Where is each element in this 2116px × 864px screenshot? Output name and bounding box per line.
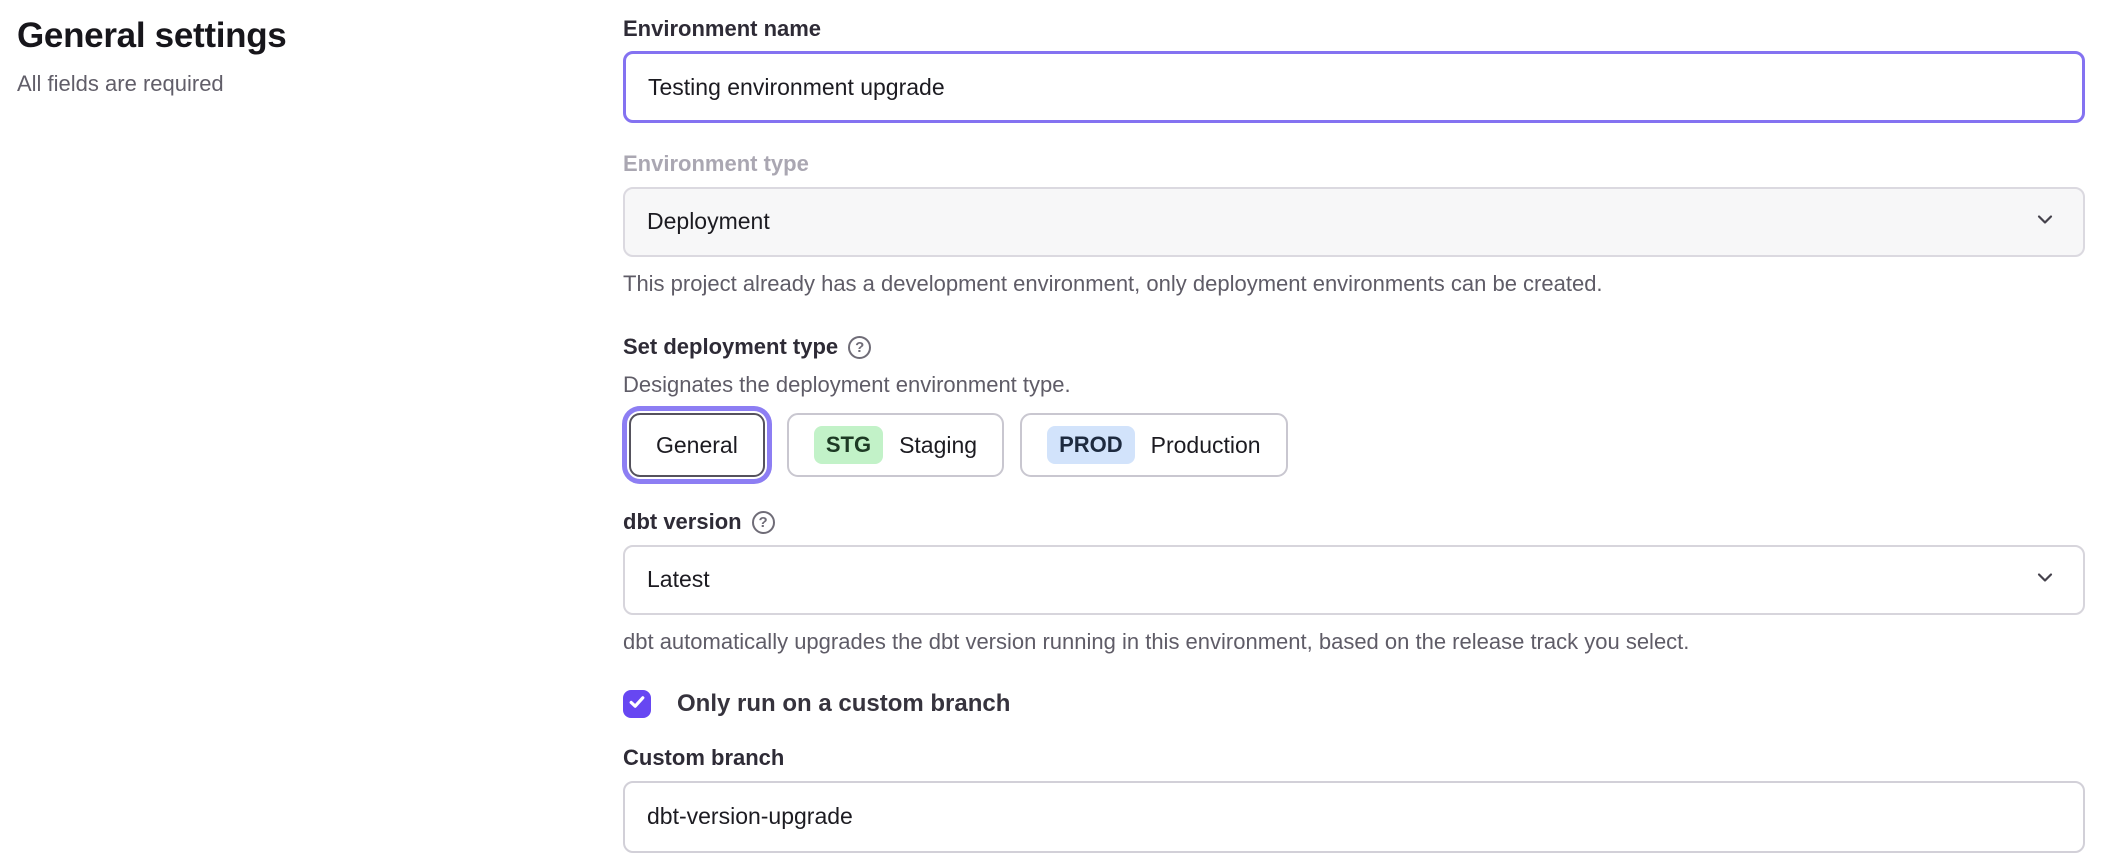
general-button-label: General bbox=[656, 432, 738, 459]
environment-type-label: Environment type bbox=[623, 151, 809, 177]
custom-branch-checkbox-label: Only run on a custom branch bbox=[677, 690, 1010, 718]
deployment-type-options: General STG Staging PROD Production bbox=[623, 413, 2085, 477]
help-icon[interactable]: ? bbox=[752, 511, 775, 534]
dbt-version-field: dbt version ? Latest dbt automatically u… bbox=[623, 509, 2085, 656]
custom-branch-checkbox-row[interactable]: Only run on a custom branch bbox=[623, 690, 2085, 718]
dbt-version-label-row: dbt version ? bbox=[623, 509, 2085, 535]
environment-name-input[interactable] bbox=[623, 51, 2085, 123]
dbt-version-select[interactable]: Latest bbox=[623, 545, 2085, 615]
environment-type-value: Deployment bbox=[647, 208, 770, 235]
custom-branch-field: Custom branch bbox=[623, 745, 2085, 852]
environment-name-field: Environment name bbox=[623, 16, 2085, 123]
deployment-type-production-button[interactable]: PROD Production bbox=[1020, 413, 1288, 477]
environment-name-label: Environment name bbox=[623, 16, 821, 42]
page-subtitle: All fields are required bbox=[17, 71, 623, 97]
environment-type-select[interactable]: Deployment bbox=[623, 187, 2085, 257]
deployment-type-general-button[interactable]: General bbox=[629, 413, 765, 477]
custom-branch-checkbox[interactable] bbox=[623, 690, 651, 718]
staging-badge: STG bbox=[814, 426, 883, 464]
production-button-label: Production bbox=[1151, 432, 1261, 459]
deployment-type-label: Set deployment type bbox=[623, 334, 838, 360]
dbt-version-helper: dbt automatically upgrades the dbt versi… bbox=[623, 628, 2085, 657]
custom-branch-label: Custom branch bbox=[623, 745, 784, 771]
deployment-type-helper: Designates the deployment environment ty… bbox=[623, 371, 2085, 400]
dbt-version-label: dbt version bbox=[623, 509, 742, 535]
staging-button-label: Staging bbox=[899, 432, 977, 459]
deployment-type-field: Set deployment type ? Designates the dep… bbox=[623, 334, 2085, 477]
environment-type-field: Environment type Deployment This project… bbox=[623, 151, 2085, 298]
deployment-type-staging-button[interactable]: STG Staging bbox=[787, 413, 1004, 477]
page-title: General settings bbox=[17, 16, 623, 56]
production-badge: PROD bbox=[1047, 426, 1135, 464]
deployment-type-label-row: Set deployment type ? bbox=[623, 334, 2085, 360]
environment-settings-page: General settings All fields are required… bbox=[0, 0, 2116, 864]
help-icon[interactable]: ? bbox=[848, 336, 871, 359]
custom-branch-input[interactable] bbox=[623, 781, 2085, 853]
settings-header: General settings All fields are required bbox=[0, 0, 623, 864]
chevron-down-icon bbox=[2033, 207, 2057, 237]
checkmark-icon bbox=[627, 692, 647, 717]
environment-settings-form: Environment name Environment type Deploy… bbox=[623, 0, 2116, 864]
dbt-version-value: Latest bbox=[647, 566, 710, 593]
environment-type-helper: This project already has a development e… bbox=[623, 270, 2085, 299]
chevron-down-icon bbox=[2033, 565, 2057, 595]
